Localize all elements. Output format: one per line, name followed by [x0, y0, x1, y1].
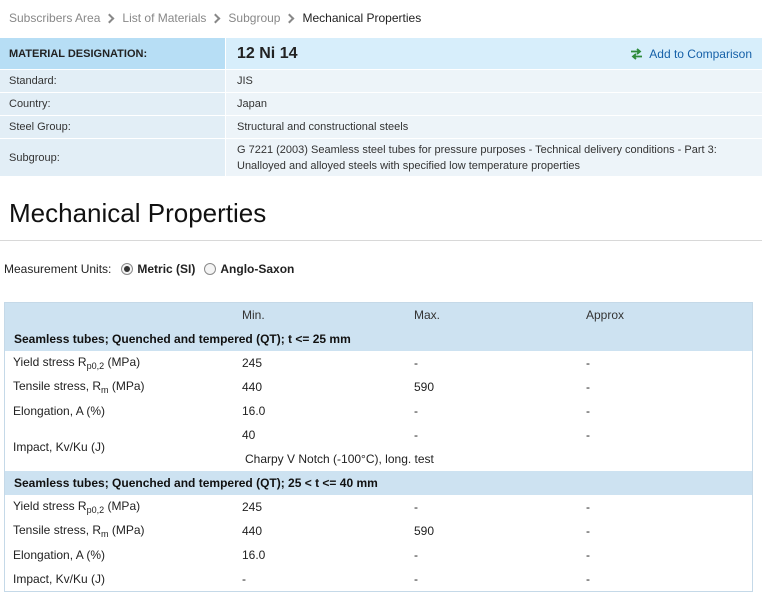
- chevron-right-icon: [210, 13, 221, 23]
- radio-button[interactable]: [204, 263, 217, 275]
- section-title: Seamless tubes; Quenched and tempered (Q…: [5, 471, 752, 495]
- table-row: Elongation, A (%) 16.0 - -: [5, 543, 752, 567]
- table-row: Impact, Kv/Ku (J) 40 - - Charpy V Notch …: [5, 423, 752, 471]
- header-max: Max.: [414, 308, 441, 322]
- breadcrumb-current: Mechanical Properties: [302, 11, 422, 25]
- cell-min: 245: [242, 500, 263, 514]
- info-value: Japan: [226, 93, 762, 115]
- info-label: Standard:: [0, 70, 226, 92]
- breadcrumb-list-of-materials[interactable]: List of Materials: [122, 11, 206, 25]
- table-row: Tensile stress, Rm (MPa) 440 590 -: [5, 375, 752, 399]
- row-label: Tensile stress, Rm (MPa): [13, 523, 145, 539]
- info-label: Country:: [0, 93, 226, 115]
- info-value: G 7221 (2003) Seamless steel tubes for p…: [226, 139, 762, 176]
- add-to-comparison-button[interactable]: Add to Comparison: [630, 46, 752, 62]
- mechanical-properties-table: Min. Max. Approx Seamless tubes; Quenche…: [4, 302, 753, 592]
- header-approx: Approx: [586, 308, 625, 322]
- radio-button-checked[interactable]: [121, 263, 134, 275]
- cell-approx: -: [586, 548, 590, 562]
- designation-label: MATERIAL DESIGNATION:: [0, 38, 226, 69]
- cell-max: 590: [414, 380, 435, 394]
- cell-min: 245: [242, 356, 263, 370]
- table-row: Elongation, A (%) 16.0 - -: [5, 399, 752, 423]
- cell-max: -: [414, 548, 418, 562]
- radio-metric[interactable]: Metric (SI): [121, 262, 195, 276]
- divider: [0, 240, 762, 241]
- breadcrumb-subscribers-area[interactable]: Subscribers Area: [9, 11, 100, 25]
- cell-approx: -: [586, 380, 590, 394]
- cell-min: 440: [242, 380, 263, 394]
- breadcrumb: Subscribers Area List of Materials Subgr…: [9, 10, 421, 26]
- section-title: Seamless tubes; Quenched and tempered (Q…: [5, 327, 752, 351]
- designation-value: 12 Ni 14: [237, 44, 298, 62]
- cell-min: 16.0: [242, 404, 266, 418]
- cell-min: 40: [242, 428, 256, 442]
- info-row-steel-group: Steel Group: Structural and construction…: [0, 116, 762, 139]
- header-min: Min.: [242, 308, 265, 322]
- cell-min: -: [242, 572, 246, 586]
- row-label: Elongation, A (%): [13, 548, 106, 562]
- table-row: Yield stress Rp0,2 (MPa) 245 - -: [5, 495, 752, 519]
- chevron-right-icon: [285, 13, 295, 23]
- add-to-comparison-label: Add to Comparison: [649, 46, 752, 61]
- info-value: JIS: [226, 70, 762, 92]
- measurement-units: Measurement Units: Metric (SI) Anglo-Sax…: [4, 262, 303, 276]
- material-info-table: MATERIAL DESIGNATION: 12 Ni 14 Add to Co…: [0, 38, 762, 177]
- row-label: Tensile stress, Rm (MPa): [13, 379, 145, 395]
- row-label: Elongation, A (%): [13, 404, 106, 418]
- cell-approx: -: [586, 500, 590, 514]
- row-label: Impact, Kv/Ku (J): [13, 440, 106, 454]
- cell-max: -: [414, 500, 418, 514]
- cell-approx: -: [586, 572, 590, 586]
- cell-max: -: [414, 404, 418, 418]
- table-row: Yield stress Rp0,2 (MPa) 245 - -: [5, 351, 752, 375]
- table-row: Tensile stress, Rm (MPa) 440 590 -: [5, 519, 752, 543]
- cell-max: -: [414, 428, 418, 442]
- radio-metric-label: Metric (SI): [137, 262, 196, 276]
- cell-max: -: [414, 572, 418, 586]
- cell-approx: -: [586, 356, 590, 370]
- cell-approx: -: [586, 428, 590, 442]
- compare-arrows-icon: [631, 47, 643, 60]
- cell-min: 440: [242, 524, 263, 538]
- designation-row: MATERIAL DESIGNATION: 12 Ni 14 Add to Co…: [0, 38, 762, 70]
- info-row-country: Country: Japan: [0, 93, 762, 116]
- chevron-right-icon: [104, 13, 115, 23]
- info-row-subgroup: Subgroup: G 7221 (2003) Seamless steel t…: [0, 139, 762, 177]
- info-label: Subgroup:: [0, 139, 226, 176]
- cell-max: 590: [414, 524, 435, 538]
- page-title: Mechanical Properties: [9, 198, 267, 228]
- info-row-standard: Standard: JIS: [0, 70, 762, 93]
- radio-anglo-saxon-label: Anglo-Saxon: [220, 262, 295, 276]
- info-value: Structural and constructional steels: [226, 116, 762, 138]
- info-label: Steel Group:: [0, 116, 226, 138]
- measurement-units-label: Measurement Units:: [4, 262, 112, 276]
- impact-note: Charpy V Notch (-100°C), long. test: [245, 452, 434, 466]
- breadcrumb-subgroup[interactable]: Subgroup: [228, 11, 280, 25]
- cell-approx: -: [586, 404, 590, 418]
- table-row: Impact, Kv/Ku (J) - - -: [5, 567, 752, 591]
- row-label: Yield stress Rp0,2 (MPa): [13, 355, 141, 371]
- row-label: Yield stress Rp0,2 (MPa): [13, 499, 141, 515]
- cell-min: 16.0: [242, 548, 266, 562]
- row-label: Impact, Kv/Ku (J): [13, 572, 106, 586]
- cell-approx: -: [586, 524, 590, 538]
- radio-anglo-saxon[interactable]: Anglo-Saxon: [204, 262, 294, 276]
- cell-max: -: [414, 356, 418, 370]
- table-header-row: Min. Max. Approx: [5, 303, 752, 327]
